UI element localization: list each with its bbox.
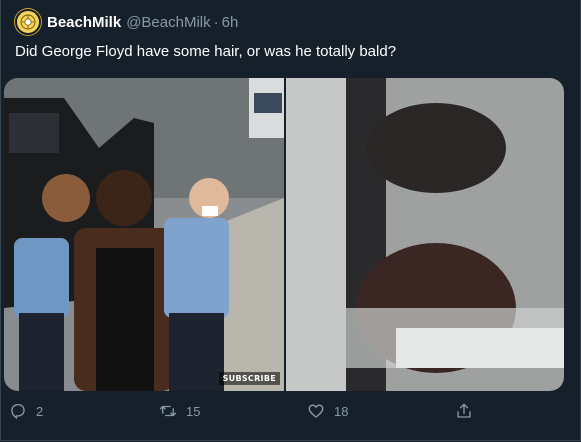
- tweet-header: BeachMilk @BeachMilk · 6h: [15, 9, 239, 35]
- avatar[interactable]: [15, 9, 41, 35]
- tweet-text: Did George Floyd have some hair, or was …: [15, 43, 397, 60]
- user-handle[interactable]: @BeachMilk: [126, 14, 210, 31]
- tweet-media[interactable]: SUBSCRIBE: [4, 78, 564, 391]
- photo-right-image: [286, 78, 564, 391]
- share-icon: [457, 403, 471, 418]
- display-name[interactable]: BeachMilk: [47, 14, 121, 31]
- avatar-logo-icon: [20, 14, 36, 30]
- reply-icon: [11, 403, 25, 419]
- retweet-icon: [159, 405, 177, 417]
- subscribe-watermark: SUBSCRIBE: [218, 372, 280, 385]
- reply-count: 2: [36, 403, 44, 419]
- retweet-button[interactable]: 15: [159, 402, 200, 420]
- tweet-card[interactable]: BeachMilk @BeachMilk · 6h Did George Flo…: [0, 0, 581, 441]
- timestamp[interactable]: 6h: [222, 14, 239, 31]
- media-photo-right[interactable]: [286, 78, 564, 391]
- like-button[interactable]: 18: [307, 402, 348, 420]
- media-photo-left[interactable]: SUBSCRIBE: [4, 78, 286, 391]
- retweet-count: 15: [186, 403, 201, 419]
- share-button[interactable]: [455, 402, 482, 420]
- tweet-actions: 2 15 18: [7, 402, 577, 426]
- reply-button[interactable]: 2: [9, 402, 43, 420]
- like-count: 18: [334, 403, 349, 419]
- separator-dot: ·: [213, 13, 219, 31]
- photo-left-image: [4, 78, 284, 391]
- heart-icon: [308, 404, 324, 418]
